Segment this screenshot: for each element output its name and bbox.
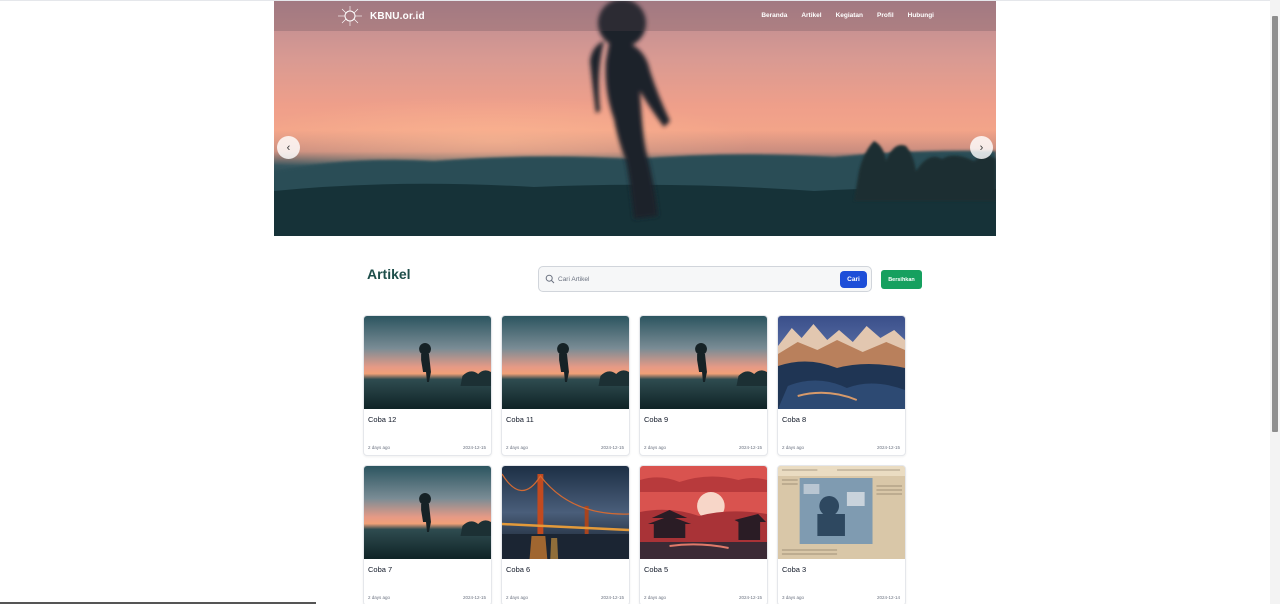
article-thumbnail — [640, 316, 767, 409]
article-relative-time: 2 days ago — [644, 595, 667, 600]
article-card[interactable]: Coba 11 2 days ago 2024-12-15 — [501, 315, 630, 456]
article-card[interactable]: Coba 7 2 days ago 2024-12-15 — [363, 465, 492, 604]
brand-logo[interactable]: KBNU.or.id — [334, 5, 425, 27]
article-thumbnail — [364, 466, 491, 559]
article-thumbnail — [502, 466, 629, 559]
article-relative-time: 3 days ago — [782, 595, 805, 600]
article-title: Coba 6 — [506, 565, 531, 574]
article-meta: 2 days ago 2024-12-15 — [368, 595, 486, 600]
carousel-next-button[interactable]: › — [970, 136, 993, 159]
article-date: 2024-12-15 — [600, 595, 624, 600]
article-card[interactable]: Coba 6 2 days ago 2024-12-15 — [501, 465, 630, 604]
article-relative-time: 2 days ago — [368, 595, 391, 600]
article-relative-time: 2 days ago — [644, 445, 667, 450]
chevron-right-icon: › — [979, 141, 984, 154]
clear-button[interactable]: Bersihkan — [881, 270, 922, 289]
article-relative-time: 2 days ago — [506, 445, 529, 450]
nav-item-beranda[interactable]: Beranda — [761, 12, 787, 19]
article-title: Coba 3 — [782, 565, 807, 574]
article-meta: 2 days ago 2024-12-15 — [506, 445, 624, 450]
article-card[interactable]: Coba 5 2 days ago 2024-12-15 — [639, 465, 768, 604]
article-meta: 2 days ago 2024-12-15 — [644, 595, 762, 600]
nav-item-kegiatan[interactable]: Kegiatan — [836, 12, 863, 19]
article-meta: 2 days ago 2024-12-15 — [782, 445, 900, 450]
nav-item-profil[interactable]: Profil — [877, 12, 894, 19]
article-title: Coba 9 — [644, 415, 669, 424]
article-meta: 2 days ago 2024-12-15 — [506, 595, 624, 600]
vertical-scrollbar[interactable] — [1270, 0, 1280, 604]
article-thumbnail — [364, 316, 491, 409]
nav-menu: Beranda Artikel Kegiatan Profil Hubungi — [761, 12, 934, 19]
scrollbar-thumb[interactable] — [1272, 16, 1278, 432]
article-title: Coba 5 — [644, 565, 669, 574]
article-date: 2024-12-15 — [462, 445, 486, 450]
search-icon — [545, 274, 555, 284]
article-relative-time: 2 days ago — [782, 445, 805, 450]
article-card[interactable]: Coba 9 2 days ago 2024-12-15 — [639, 315, 768, 456]
article-meta: 2 days ago 2024-12-15 — [644, 445, 762, 450]
article-relative-time: 2 days ago — [368, 445, 391, 450]
article-title: Coba 12 — [368, 415, 397, 424]
article-date: 2024-12-15 — [876, 445, 900, 450]
brand-name: KBNU.or.id — [370, 10, 425, 22]
article-card[interactable]: Coba 12 2 days ago 2024-12-15 — [363, 315, 492, 456]
article-thumbnail — [640, 466, 767, 559]
article-date: 2024-12-15 — [462, 595, 486, 600]
article-title: Coba 8 — [782, 415, 807, 424]
nav-item-hubungi[interactable]: Hubungi — [908, 12, 934, 19]
article-title: Coba 11 — [506, 415, 534, 424]
hero-carousel: KBNU.or.id Beranda Artikel Kegiatan Prof… — [274, 1, 996, 236]
article-meta: 2 days ago 2024-12-15 — [368, 445, 486, 450]
article-date: 2024-12-14 — [876, 595, 900, 600]
search-button[interactable]: Cari — [840, 271, 867, 288]
nu-emblem-icon — [338, 6, 362, 26]
search-bar: Cari — [538, 266, 872, 292]
article-card[interactable]: Coba 3 3 days ago 2024-12-14 — [777, 465, 906, 604]
article-thumbnail — [778, 466, 905, 559]
article-card[interactable]: Coba 8 2 days ago 2024-12-15 — [777, 315, 906, 456]
article-thumbnail — [778, 316, 905, 409]
article-meta: 3 days ago 2024-12-14 — [782, 595, 900, 600]
search-input[interactable] — [558, 271, 848, 288]
article-date: 2024-12-15 — [600, 445, 624, 450]
article-date: 2024-12-15 — [738, 595, 762, 600]
article-relative-time: 2 days ago — [506, 595, 529, 600]
hero-image-silhouette — [274, 1, 996, 236]
chevron-left-icon: ‹ — [286, 141, 291, 154]
nav-item-artikel[interactable]: Artikel — [801, 12, 821, 19]
carousel-prev-button[interactable]: ‹ — [277, 136, 300, 159]
article-title: Coba 7 — [368, 565, 393, 574]
article-date: 2024-12-15 — [738, 445, 762, 450]
top-navbar: KBNU.or.id Beranda Artikel Kegiatan Prof… — [274, 1, 996, 31]
article-thumbnail — [502, 316, 629, 409]
section-title: Artikel — [367, 266, 411, 282]
